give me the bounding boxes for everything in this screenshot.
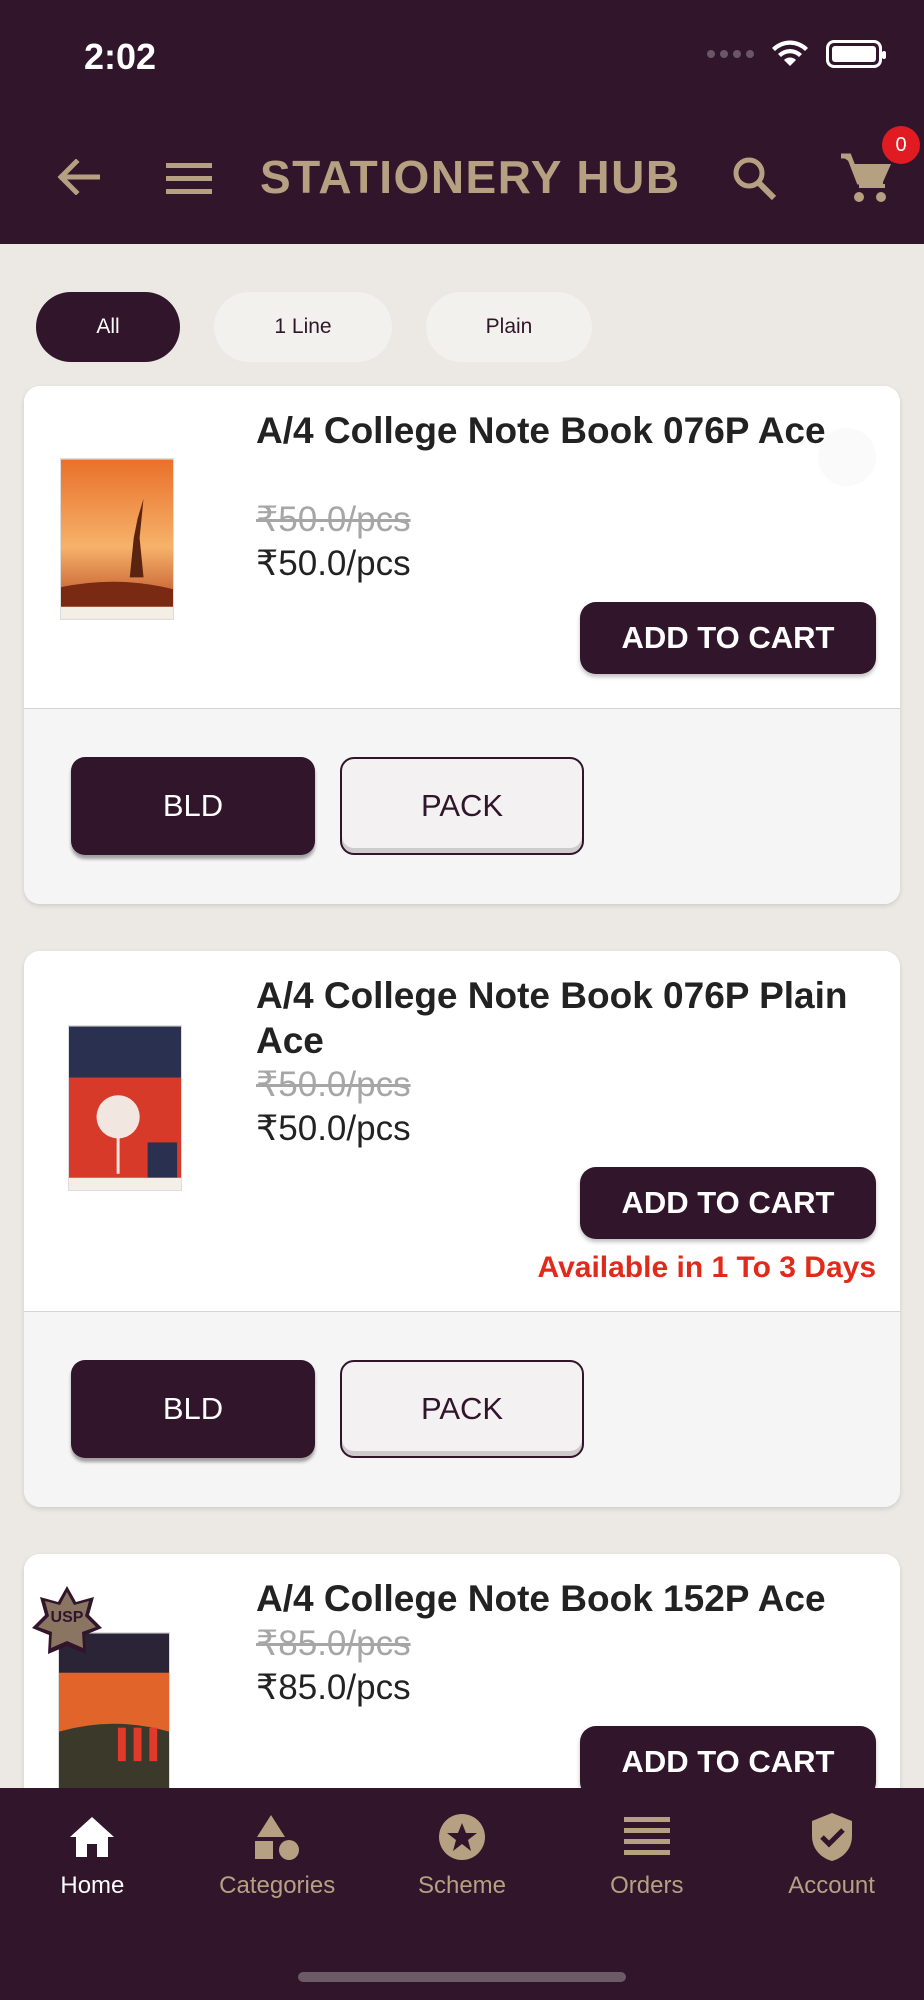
product-info: A/4 College Note Book 076P Plain Ace ₹50…: [24, 951, 900, 1311]
nav-orders-label: Orders: [610, 1872, 684, 1899]
battery-icon: [826, 40, 886, 68]
list-icon: [622, 1812, 672, 1862]
usp-badge-label: USP: [50, 1609, 84, 1626]
filter-chips: All 1 Line Plain: [36, 292, 592, 362]
nav-orders[interactable]: Orders: [554, 1788, 739, 1920]
variant-bld-button[interactable]: BLD: [71, 1360, 315, 1458]
status-icons: [707, 40, 886, 68]
chip-all[interactable]: All: [36, 292, 180, 362]
product-image: [60, 458, 174, 620]
favorite-button[interactable]: [818, 428, 876, 486]
app-title: STATIONERY HUB: [260, 151, 681, 203]
nav-home[interactable]: Home: [0, 1788, 185, 1920]
signal-icon: [707, 50, 754, 58]
search-button[interactable]: [726, 150, 782, 206]
nav-account-label: Account: [788, 1872, 875, 1899]
nav-scheme[interactable]: Scheme: [370, 1788, 555, 1920]
nav-account[interactable]: Account: [739, 1788, 924, 1920]
product-old-price: ₹85.0/pcs: [256, 1624, 411, 1663]
menu-button[interactable]: [164, 156, 214, 200]
product-price: ₹50.0/pcs: [256, 544, 411, 583]
hamburger-icon: [166, 163, 212, 194]
product-old-price: ₹50.0/pcs: [256, 500, 411, 539]
product-card: A/4 College Note Book 076P Ace ₹50.0/pcs…: [24, 386, 900, 904]
availability-text: Available in 1 To 3 Days: [537, 1251, 876, 1284]
search-icon: [733, 157, 777, 201]
home-indicator[interactable]: [298, 1972, 626, 1982]
categories-icon: [252, 1812, 302, 1862]
variant-bld-button[interactable]: BLD: [71, 757, 315, 855]
product-image: [68, 1025, 182, 1191]
nav-categories[interactable]: Categories: [185, 1788, 370, 1920]
home-icon: [67, 1812, 117, 1862]
usp-badge: USP: [30, 1584, 104, 1658]
nav-scheme-label: Scheme: [417, 1872, 507, 1899]
product-card: A/4 College Note Book 076P Plain Ace ₹50…: [24, 951, 900, 1507]
product-price: ₹50.0/pcs: [256, 1109, 411, 1148]
bottom-navigation: Home Categories Scheme Orders Account: [0, 1788, 924, 2000]
product-info: A/4 College Note Book 076P Ace ₹50.0/pcs…: [24, 386, 900, 708]
add-to-cart-button[interactable]: ADD TO CART: [580, 1167, 876, 1239]
product-name: A/4 College Note Book 152P Ace: [256, 1578, 826, 1619]
chip-plain[interactable]: Plain: [426, 292, 592, 362]
wifi-icon: [772, 40, 808, 66]
back-button[interactable]: [50, 152, 106, 202]
shield-check-icon: [807, 1812, 857, 1862]
status-time: 2:02: [84, 36, 157, 77]
variant-pack-button[interactable]: PACK: [340, 1360, 584, 1458]
product-name: A/4 College Note Book 076P Plain Ace: [256, 975, 848, 1061]
cart-icon: [841, 153, 891, 202]
chip-1-line[interactable]: 1 Line: [214, 292, 392, 362]
variant-options: BLD PACK: [24, 708, 900, 904]
variant-pack-button[interactable]: PACK: [340, 757, 584, 855]
nav-categories-label: Categories: [219, 1872, 336, 1899]
add-to-cart-button[interactable]: ADD TO CART: [580, 602, 876, 674]
product-price: ₹85.0/pcs: [256, 1668, 411, 1707]
variant-options: BLD PACK: [24, 1311, 900, 1507]
cart-count-badge: 0: [882, 126, 920, 164]
nav-home-label: Home: [60, 1872, 125, 1899]
app-header: 2:02 STATIONERY HUB 0: [0, 0, 924, 244]
arrow-left-icon: [57, 159, 100, 195]
star-icon: [437, 1812, 487, 1862]
product-old-price: ₹50.0/pcs: [256, 1065, 411, 1104]
product-name: A/4 College Note Book 076P Ace: [256, 410, 826, 451]
